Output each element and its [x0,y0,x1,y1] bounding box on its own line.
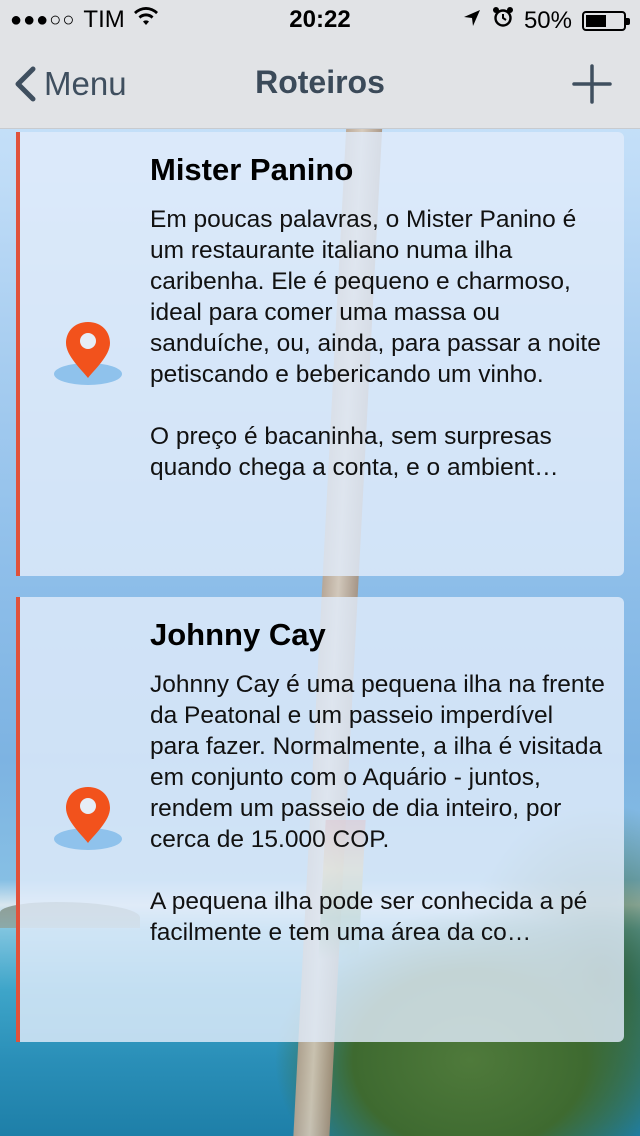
page-title: Roteiros [255,64,385,100]
itinerary-list[interactable]: Mister Panino Em poucas palavras, o Mist… [0,128,640,1136]
battery-fill [586,14,606,27]
status-bar: ●●●○○ TIM 20:22 50% [0,0,640,40]
add-button[interactable] [572,64,612,104]
status-right: 50% [462,6,630,35]
battery-icon [582,10,630,31]
card-title: Mister Panino [150,152,354,187]
location-arrow-icon [462,7,482,35]
card-title: Johnny Cay [150,617,326,652]
plus-icon [572,64,612,104]
itinerary-card[interactable]: Johnny Cay Johnny Cay é uma pequena ilha… [16,597,624,1042]
card-description: Em poucas palavras, o Mister Panino é um… [150,206,601,481]
itinerary-card[interactable]: Mister Panino Em poucas palavras, o Mist… [16,132,624,576]
battery-percent: 50% [523,6,572,34]
card-description: Johnny Cay é uma pequena ilha na frente … [150,671,605,946]
map-pin-icon [54,787,122,850]
navigation-bar: Menu Roteiros [0,40,640,129]
alarm-icon [492,6,514,35]
map-pin-icon [54,322,122,385]
